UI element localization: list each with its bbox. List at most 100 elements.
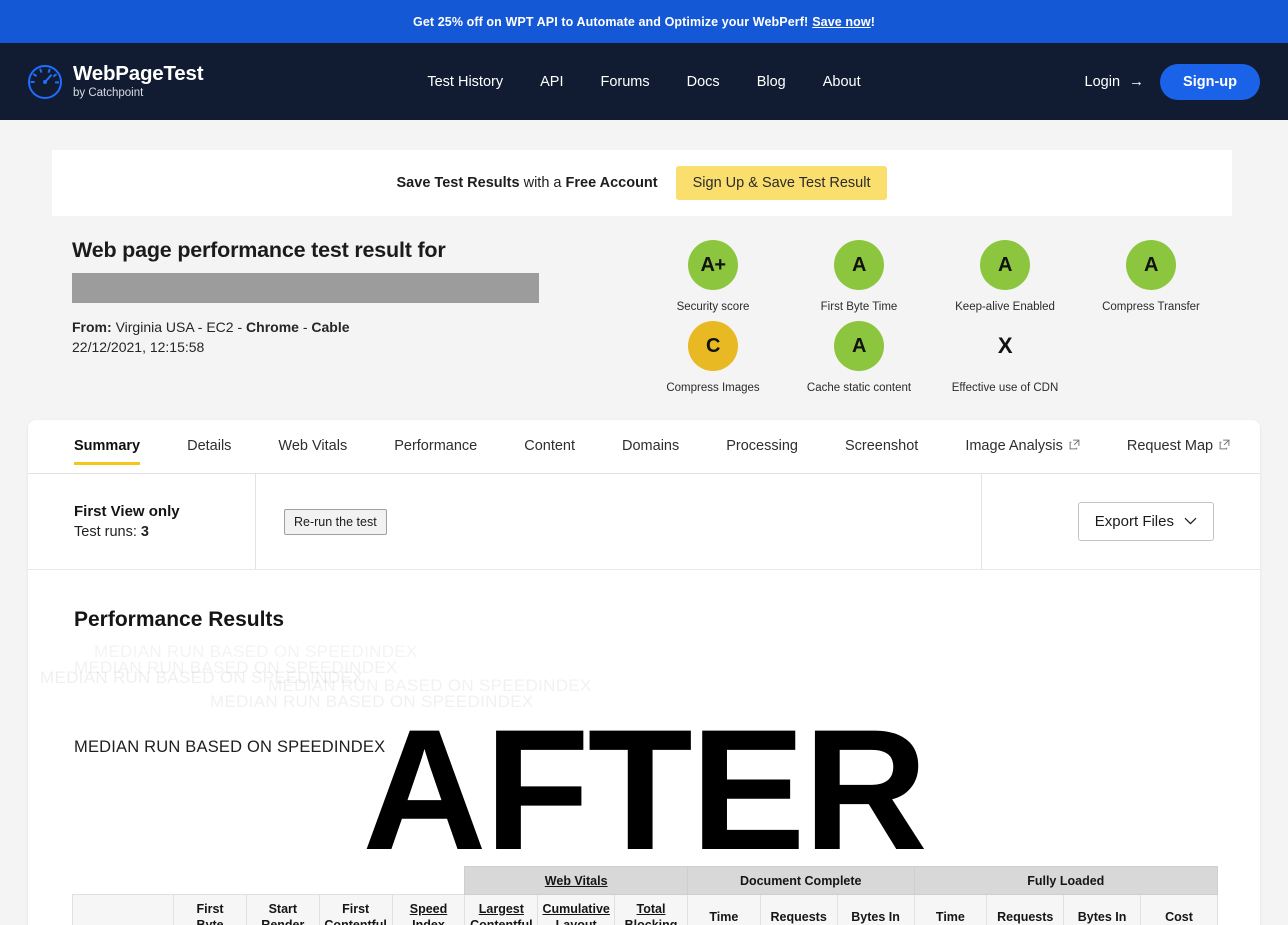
ghost-line: MEDIAN RUN BASED ON SPEEDINDEX: [74, 658, 398, 677]
grade-item-compress-transfer[interactable]: A Compress Transfer: [1078, 240, 1224, 313]
save-results-lead: Save Test Results: [396, 175, 520, 191]
login-link[interactable]: Login →: [1085, 74, 1144, 90]
grade-label: First Byte Time: [820, 301, 898, 313]
group-blank: [72, 866, 465, 895]
grade-circle: X: [997, 333, 1013, 358]
performance-results-heading: Performance Results: [74, 608, 285, 631]
promo-banner: Get 25% off on WPT API to Automate and O…: [0, 0, 1288, 43]
rerun-test-button[interactable]: Re-run the test: [284, 508, 387, 535]
login-label: Login: [1084, 73, 1121, 90]
tab-image-analysis[interactable]: Image Analysis: [965, 420, 1080, 454]
grade-circle: A: [980, 240, 1030, 290]
tab-label: Processing: [726, 438, 798, 454]
nav-item-about[interactable]: About: [823, 74, 861, 90]
grade-label: Compress Images: [666, 382, 760, 394]
result-timestamp: 22/12/2021, 12:15:58: [72, 339, 205, 356]
col-start-render: Start Render: [245, 894, 320, 925]
table-group-header-row: Web Vitals Document Complete Fully Loade…: [72, 866, 1218, 895]
tab-label: Web Vitals: [278, 438, 348, 454]
results-panel: Summary Details Web Vitals Performance C…: [28, 420, 1260, 925]
performance-results-section: Performance Results MEDIAN RUN BASED ON …: [28, 570, 1260, 756]
tab-label: Screenshot: [844, 438, 919, 454]
result-header: Web page performance test result for Fro…: [72, 238, 632, 358]
tab-label: Content: [524, 438, 576, 454]
col-first-contentful: First Contentful: [318, 894, 393, 925]
ghost-line: MEDIAN RUN BASED ON SPEEDINDEX: [40, 668, 364, 687]
from-location: Virginia USA - EC2: [115, 319, 234, 335]
tab-performance[interactable]: Performance: [394, 420, 477, 454]
grade-label: Effective use of CDN: [951, 382, 1059, 394]
promo-suffix: !: [870, 14, 875, 29]
group-fully-loaded: Fully Loaded: [913, 866, 1218, 895]
tab-label: Details: [187, 438, 232, 454]
export-files-label: Export Files: [1094, 513, 1174, 530]
tab-screenshot[interactable]: Screenshot: [845, 420, 918, 454]
tab-label: Request Map: [1126, 438, 1214, 454]
page-root: Get 25% off on WPT API to Automate and O…: [0, 0, 1288, 925]
nav-item-forums[interactable]: Forums: [600, 74, 649, 90]
tab-details[interactable]: Details: [187, 420, 231, 454]
chevron-down-icon: [1184, 516, 1197, 528]
save-results-account: Free Account: [565, 175, 658, 191]
grade-item-security-score[interactable]: A+ Security score: [640, 240, 786, 313]
speedometer-icon: [28, 64, 62, 99]
results-subbar: First View only Test runs: 3 Re-run the …: [28, 474, 1260, 570]
col-dc-bytes-in: Bytes In: [836, 894, 915, 925]
col-speed-index[interactable]: Speed Index: [391, 894, 466, 925]
promo-save-now-link[interactable]: Save now: [812, 15, 870, 29]
external-link-icon: [1069, 438, 1080, 449]
results-tabs: Summary Details Web Vitals Performance C…: [28, 420, 1260, 474]
view-info: First View only Test runs: 3: [74, 474, 256, 569]
tab-processing[interactable]: Processing: [726, 420, 798, 454]
ghost-line: MEDIAN RUN BASED ON SPEEDINDEX: [210, 692, 534, 711]
grade-circle: C: [688, 321, 738, 371]
group-document-complete: Document Complete: [686, 866, 915, 895]
test-runs-value: 3: [140, 524, 149, 540]
col-fl-bytes-in: Bytes In: [1063, 894, 1142, 925]
page-title: Web page performance test result for: [72, 238, 446, 262]
tab-label: Summary: [74, 438, 141, 454]
ghost-line: MEDIAN RUN BASED ON SPEEDINDEX: [94, 642, 418, 662]
nav-item-blog[interactable]: Blog: [757, 74, 786, 90]
tab-domains[interactable]: Domains: [622, 420, 679, 454]
grade-item-keep-alive-enabled[interactable]: A Keep-alive Enabled: [932, 240, 1078, 313]
brand-subtitle: by Catchpoint: [73, 87, 144, 99]
tab-request-map[interactable]: Request Map: [1127, 420, 1230, 454]
col-fl-requests: Requests: [986, 894, 1065, 925]
external-link-icon: [1219, 438, 1230, 449]
result-meta: From: Virginia USA - EC2 - Chrome - Cabl…: [72, 317, 632, 358]
nav-item-docs[interactable]: Docs: [687, 74, 720, 90]
col-cost: Cost: [1140, 894, 1218, 925]
col-largest-contentful[interactable]: Largest Contentful: [464, 894, 539, 925]
col-cumulative-layout[interactable]: Cumulative Layout: [537, 894, 616, 925]
tab-content[interactable]: Content: [524, 420, 575, 454]
rerun-area: Re-run the test: [256, 474, 982, 569]
grade-item-first-byte-time[interactable]: A First Byte Time: [786, 240, 932, 313]
group-label: Web Vitals: [544, 873, 608, 888]
col-dc-time: Time: [686, 894, 761, 925]
grade-label: Cache static content: [806, 382, 912, 394]
signup-save-result-button[interactable]: Sign Up & Save Test Result: [675, 166, 888, 200]
tab-web-vitals[interactable]: Web Vitals: [278, 420, 347, 454]
col-total-blocking[interactable]: Total Blocking: [614, 894, 688, 925]
tab-label: Image Analysis: [965, 438, 1063, 454]
test-runs-line: Test runs: 3: [74, 524, 255, 540]
nav-item-api[interactable]: API: [540, 74, 563, 90]
brand-logo[interactable]: WebPageTest by Catchpoint: [28, 63, 204, 100]
from-label: From:: [72, 319, 112, 335]
from-browser: Chrome: [246, 319, 299, 335]
save-results-mid: with a: [519, 175, 566, 191]
signup-button[interactable]: Sign-up: [1160, 63, 1260, 100]
grade-item-cache-static-content[interactable]: A Cache static content: [786, 321, 932, 394]
performance-results-table: Web Vitals Document Complete Fully Loade…: [71, 866, 1218, 925]
main-navbar: WebPageTest by Catchpoint Test History A…: [0, 43, 1288, 120]
nav-item-test-history[interactable]: Test History: [427, 74, 503, 90]
grade-item-effective-use-of-cdn[interactable]: X Effective use of CDN: [932, 321, 1078, 394]
result-from-line: From: Virginia USA - EC2 - Chrome - Cabl…: [72, 319, 350, 335]
export-files-button[interactable]: Export Files: [1077, 502, 1214, 541]
save-results-text: Save Test Results with a Free Account: [397, 175, 658, 191]
test-runs-label: Test runs:: [74, 524, 137, 540]
tab-summary[interactable]: Summary: [74, 420, 141, 465]
grade-item-compress-images[interactable]: C Compress Images: [640, 321, 786, 394]
col-blank: [71, 894, 175, 925]
